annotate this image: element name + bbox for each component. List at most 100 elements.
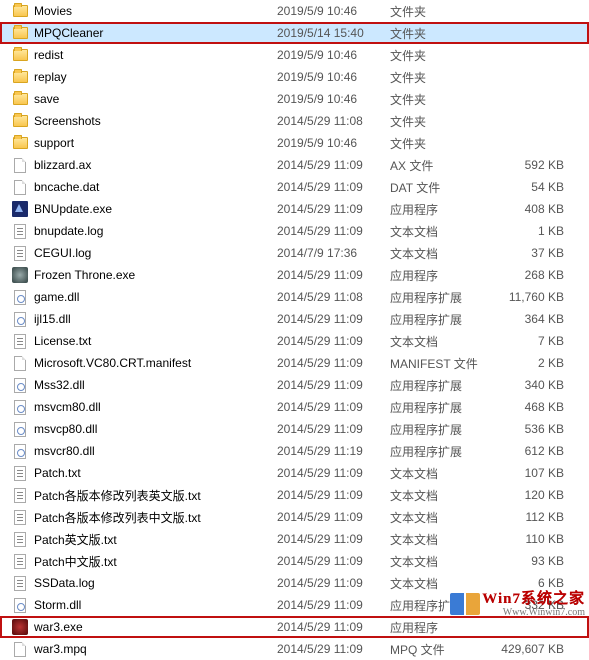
folder-icon [12, 3, 28, 19]
file-row[interactable]: war3.mpq2014/5/29 11:09MPQ 文件429,607 KB [0, 638, 589, 660]
folder-icon [12, 91, 28, 107]
file-row[interactable]: Movies2019/5/9 10:46文件夹 [0, 0, 589, 22]
file-size: 612 KB [490, 444, 570, 458]
file-row[interactable]: redist2019/5/9 10:46文件夹 [0, 44, 589, 66]
file-row[interactable]: Storm.dll2014/5/29 11:09应用程序扩展332 KB [0, 594, 589, 616]
file-name-cell: support [12, 135, 277, 151]
file-date: 2014/5/29 11:09 [277, 268, 390, 282]
file-date: 2014/5/29 11:09 [277, 158, 390, 172]
file-row[interactable]: SSData.log2014/5/29 11:09文本文档6 KB [0, 572, 589, 594]
file-date: 2014/5/29 11:09 [277, 466, 390, 480]
file-size: 364 KB [490, 312, 570, 326]
file-date: 2019/5/14 15:40 [277, 26, 390, 40]
file-size: 429,607 KB [490, 642, 570, 656]
file-type: 文件夹 [390, 69, 490, 86]
file-name: war3.mpq [34, 642, 87, 656]
file-name-cell: Frozen Throne.exe [12, 267, 277, 283]
file-name: Storm.dll [34, 598, 81, 612]
file-row[interactable]: Patch各版本修改列表英文版.txt2014/5/29 11:09文本文档12… [0, 484, 589, 506]
file-date: 2014/5/29 11:09 [277, 224, 390, 238]
file-type: 应用程序扩展 [390, 443, 490, 460]
file-date: 2014/5/29 11:08 [277, 114, 390, 128]
file-row[interactable]: Patch英文版.txt2014/5/29 11:09文本文档110 KB [0, 528, 589, 550]
file-type: 文件夹 [390, 113, 490, 130]
dll-file-icon [12, 443, 28, 459]
file-size: 93 KB [490, 554, 570, 568]
file-name-cell: redist [12, 47, 277, 63]
file-row[interactable]: MPQCleaner 2019/5/14 15:40文件夹 [0, 22, 589, 44]
file-name-cell: Movies [12, 3, 277, 19]
file-name: replay [34, 70, 67, 84]
file-type: 应用程序 [390, 619, 490, 636]
text-file-icon [12, 465, 28, 481]
file-row[interactable]: Patch各版本修改列表中文版.txt2014/5/29 11:09文本文档11… [0, 506, 589, 528]
file-row[interactable]: CEGUI.log2014/7/9 17:36文本文档37 KB [0, 242, 589, 264]
file-row[interactable]: msvcm80.dll2014/5/29 11:09应用程序扩展468 KB [0, 396, 589, 418]
file-row[interactable]: bncache.dat2014/5/29 11:09DAT 文件54 KB [0, 176, 589, 198]
file-date: 2014/5/29 11:19 [277, 444, 390, 458]
file-row[interactable]: game.dll2014/5/29 11:08应用程序扩展11,760 KB [0, 286, 589, 308]
file-row[interactable]: Microsoft.VC80.CRT.manifest2014/5/29 11:… [0, 352, 589, 374]
file-row[interactable]: support2019/5/9 10:46文件夹 [0, 132, 589, 154]
file-name-cell: replay [12, 69, 277, 85]
file-date: 2014/5/29 11:09 [277, 400, 390, 414]
folder-icon [12, 69, 28, 85]
file-name: Patch英文版.txt [34, 531, 117, 548]
text-file-icon [12, 245, 28, 261]
file-type: 文本文档 [390, 333, 490, 350]
file-name: BNUpdate.exe [34, 202, 112, 216]
file-size: 536 KB [490, 422, 570, 436]
file-name-cell: SSData.log [12, 575, 277, 591]
file-name: blizzard.ax [34, 158, 91, 172]
file-type: 文件夹 [390, 25, 490, 42]
file-name: Patch各版本修改列表英文版.txt [34, 487, 201, 504]
file-row[interactable]: License.txt2014/5/29 11:09文本文档7 KB [0, 330, 589, 352]
file-type: 应用程序扩展 [390, 399, 490, 416]
file-row[interactable]: ijl15.dll2014/5/29 11:09应用程序扩展364 KB [0, 308, 589, 330]
file-row[interactable]: blizzard.ax2014/5/29 11:09AX 文件592 KB [0, 154, 589, 176]
file-row[interactable]: Patch.txt2014/5/29 11:09文本文档107 KB [0, 462, 589, 484]
file-row[interactable]: msvcr80.dll2014/5/29 11:19应用程序扩展612 KB [0, 440, 589, 462]
file-name: License.txt [34, 334, 91, 348]
file-date: 2014/5/29 11:09 [277, 642, 390, 656]
file-name: MPQCleaner [34, 26, 103, 40]
file-row[interactable]: replay 2019/5/9 10:46文件夹 [0, 66, 589, 88]
file-name: Mss32.dll [34, 378, 85, 392]
file-date: 2014/5/29 11:09 [277, 312, 390, 326]
file-row[interactable]: BNUpdate.exe2014/5/29 11:09应用程序408 KB [0, 198, 589, 220]
file-name-cell: Patch各版本修改列表英文版.txt [12, 487, 277, 504]
file-name-cell: bncache.dat [12, 179, 277, 195]
generic-file-icon [12, 641, 28, 657]
generic-file-icon [12, 179, 28, 195]
file-name-cell: msvcr80.dll [12, 443, 277, 459]
file-type: 文本文档 [390, 509, 490, 526]
file-size: 11,760 KB [490, 290, 570, 304]
file-row[interactable]: war3.exe2014/5/29 11:09应用程序 [0, 616, 589, 638]
file-name-cell: msvcm80.dll [12, 399, 277, 415]
file-name-cell: ijl15.dll [12, 311, 277, 327]
file-row[interactable]: Screenshots2014/5/29 11:08文件夹 [0, 110, 589, 132]
file-name-cell: Patch各版本修改列表中文版.txt [12, 509, 277, 526]
file-row[interactable]: bnupdate.log2014/5/29 11:09文本文档1 KB [0, 220, 589, 242]
bnupdate-exe-icon [12, 201, 28, 217]
file-size: 112 KB [490, 510, 570, 524]
file-type: 应用程序扩展 [390, 597, 490, 614]
file-row[interactable]: msvcp80.dll2014/5/29 11:09应用程序扩展536 KB [0, 418, 589, 440]
text-file-icon [12, 487, 28, 503]
file-type: 文本文档 [390, 487, 490, 504]
file-type: 文件夹 [390, 135, 490, 152]
file-date: 2019/5/9 10:46 [277, 70, 390, 84]
file-size: 54 KB [490, 180, 570, 194]
file-row[interactable]: save2019/5/9 10:46文件夹 [0, 88, 589, 110]
file-size: 408 KB [490, 202, 570, 216]
text-file-icon [12, 333, 28, 349]
file-row[interactable]: Frozen Throne.exe2014/5/29 11:09应用程序268 … [0, 264, 589, 286]
file-name-cell: BNUpdate.exe [12, 201, 277, 217]
file-date: 2014/5/29 11:09 [277, 510, 390, 524]
file-date: 2014/5/29 11:09 [277, 488, 390, 502]
file-row[interactable]: Mss32.dll2014/5/29 11:09应用程序扩展340 KB [0, 374, 589, 396]
text-file-icon [12, 553, 28, 569]
file-row[interactable]: Patch中文版.txt2014/5/29 11:09文本文档93 KB [0, 550, 589, 572]
file-size: 107 KB [490, 466, 570, 480]
file-date: 2014/5/29 11:09 [277, 180, 390, 194]
